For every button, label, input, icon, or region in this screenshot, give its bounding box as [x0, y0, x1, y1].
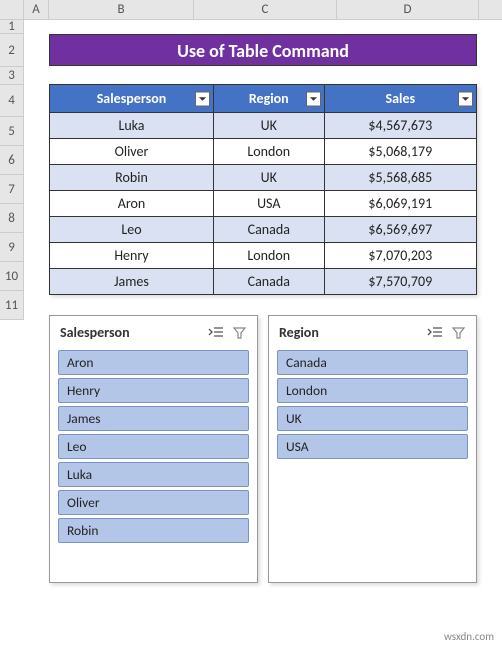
cell-sales[interactable]: $5,068,179 — [324, 139, 476, 165]
slicer-item[interactable]: Henry — [58, 378, 249, 403]
slicer-items: Aron Henry James Leo Luka Oliver Robin — [56, 350, 251, 543]
cell-salesperson[interactable]: Leo — [50, 217, 214, 243]
clear-filter-icon[interactable] — [450, 326, 468, 340]
row-headers: 1 2 3 4 5 6 7 8 9 10 11 — [0, 20, 24, 320]
th-salesperson[interactable]: Salesperson — [50, 85, 214, 113]
cell-sales[interactable]: $7,070,203 — [324, 243, 476, 269]
cell-salesperson[interactable]: Oliver — [50, 139, 214, 165]
cell-sales[interactable]: $6,069,191 — [324, 191, 476, 217]
col-header-b[interactable]: B — [49, 0, 194, 19]
watermark: wsxdn.com — [444, 630, 494, 643]
slicer-region[interactable]: Region Canada London UK USA — [268, 315, 477, 583]
table-row[interactable]: OliverLondon$5,068,179 — [50, 139, 477, 165]
th-region[interactable]: Region — [213, 85, 324, 113]
slicer-item[interactable]: Oliver — [58, 490, 249, 515]
slicer-item[interactable]: Aron — [58, 350, 249, 375]
slicers-container: Salesperson Aron Henry James Leo Luka Oliver R… — [49, 315, 477, 583]
table-row[interactable]: RobinUK$5,568,685 — [50, 165, 477, 191]
select-all-cell[interactable] — [0, 0, 24, 19]
filter-dropdown-icon[interactable] — [306, 91, 321, 106]
cell-region[interactable]: UK — [213, 165, 324, 191]
slicer-item[interactable]: Canada — [277, 350, 468, 375]
row-header[interactable]: 9 — [0, 233, 24, 262]
slicer-title: Region — [279, 324, 319, 341]
table-row[interactable]: AronUSA$6,069,191 — [50, 191, 477, 217]
slicer-header: Salesperson — [56, 322, 251, 347]
col-header-a[interactable]: A — [24, 0, 49, 19]
cell-region[interactable]: Canada — [213, 269, 324, 295]
cell-region[interactable]: London — [213, 243, 324, 269]
cell-sales[interactable]: $6,569,697 — [324, 217, 476, 243]
cell-sales[interactable]: $5,568,685 — [324, 165, 476, 191]
cell-region[interactable]: Canada — [213, 217, 324, 243]
row-header[interactable]: 10 — [0, 262, 24, 291]
cell-sales[interactable]: $7,570,709 — [324, 269, 476, 295]
clear-filter-icon[interactable] — [231, 326, 249, 340]
th-sales[interactable]: Sales — [324, 85, 476, 113]
cells-area: Use of Table Command Salesperson Region — [24, 20, 502, 583]
worksheet-grid: A B C D 1 2 3 4 5 6 7 8 9 10 11 Use of T… — [0, 0, 502, 647]
col-header-d[interactable]: D — [337, 0, 479, 19]
slicer-item[interactable]: Robin — [58, 518, 249, 543]
multiselect-icon[interactable] — [426, 326, 444, 340]
row-header[interactable]: 5 — [0, 117, 24, 146]
filter-dropdown-icon[interactable] — [458, 91, 473, 106]
page-title: Use of Table Command — [49, 34, 477, 66]
slicer-title: Salesperson — [60, 324, 130, 341]
slicer-item[interactable]: UK — [277, 406, 468, 431]
cell-region[interactable]: London — [213, 139, 324, 165]
cell-salesperson[interactable]: Henry — [50, 243, 214, 269]
slicer-item[interactable]: London — [277, 378, 468, 403]
table-row[interactable]: LukaUK$4,567,673 — [50, 113, 477, 139]
slicer-item[interactable]: James — [58, 406, 249, 431]
slicer-item[interactable]: USA — [277, 434, 468, 459]
th-sales-label: Sales — [385, 90, 415, 107]
slicer-item[interactable]: Luka — [58, 462, 249, 487]
th-region-label: Region — [249, 90, 289, 107]
slicer-items: Canada London UK USA — [275, 350, 470, 459]
row-header[interactable]: 8 — [0, 204, 24, 233]
slicer-item[interactable]: Leo — [58, 434, 249, 459]
col-header-c[interactable]: C — [194, 0, 337, 19]
row-header[interactable]: 11 — [0, 291, 24, 320]
slicer-header: Region — [275, 322, 470, 347]
cell-region[interactable]: USA — [213, 191, 324, 217]
row-header[interactable]: 3 — [0, 67, 24, 85]
row-header[interactable]: 2 — [0, 34, 24, 67]
cell-salesperson[interactable]: James — [50, 269, 214, 295]
row-header[interactable]: 7 — [0, 175, 24, 204]
table-row[interactable]: JamesCanada$7,570,709 — [50, 269, 477, 295]
table-row[interactable]: HenryLondon$7,070,203 — [50, 243, 477, 269]
multiselect-icon[interactable] — [207, 326, 225, 340]
row-header[interactable]: 4 — [0, 85, 24, 117]
filter-dropdown-icon[interactable] — [195, 91, 210, 106]
th-salesperson-label: Salesperson — [97, 90, 167, 107]
cell-sales[interactable]: $4,567,673 — [324, 113, 476, 139]
table-row[interactable]: LeoCanada$6,569,697 — [50, 217, 477, 243]
row-header[interactable]: 6 — [0, 146, 24, 175]
cell-salesperson[interactable]: Aron — [50, 191, 214, 217]
slicer-salesperson[interactable]: Salesperson Aron Henry James Leo Luka Oliver R… — [49, 315, 258, 583]
cell-salesperson[interactable]: Luka — [50, 113, 214, 139]
cell-region[interactable]: UK — [213, 113, 324, 139]
data-table: Salesperson Region Sales — [49, 84, 477, 295]
column-headers: A B C D — [0, 0, 502, 20]
row-header[interactable]: 1 — [0, 20, 24, 34]
cell-salesperson[interactable]: Robin — [50, 165, 214, 191]
